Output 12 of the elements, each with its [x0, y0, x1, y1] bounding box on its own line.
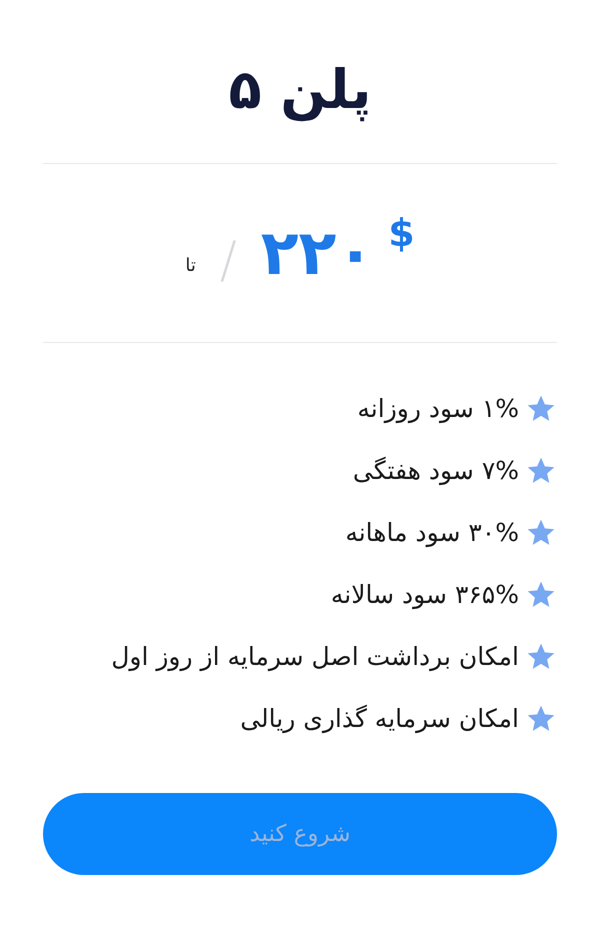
feature-text: ۷% سود هفتگی	[352, 456, 519, 486]
start-button[interactable]: شروع کنید	[43, 792, 557, 875]
feature-text: امکان سرمایه گذاری ریالی	[240, 704, 519, 734]
price-period: تا	[185, 255, 196, 276]
feature-text: ۳۶۵% سود سالانه	[330, 580, 519, 610]
feature-text: ۳۰% سود ماهانه	[345, 518, 519, 548]
currency-symbol: $	[388, 210, 415, 255]
price-separator: /	[220, 230, 237, 289]
feature-text: امکان برداشت اصل سرمایه از روز اول	[111, 642, 519, 672]
feature-text: ۱% سود روزانه	[357, 394, 519, 424]
plan-title: پلن ۵	[228, 58, 372, 123]
price-amount: ۲۲۰	[260, 216, 374, 290]
